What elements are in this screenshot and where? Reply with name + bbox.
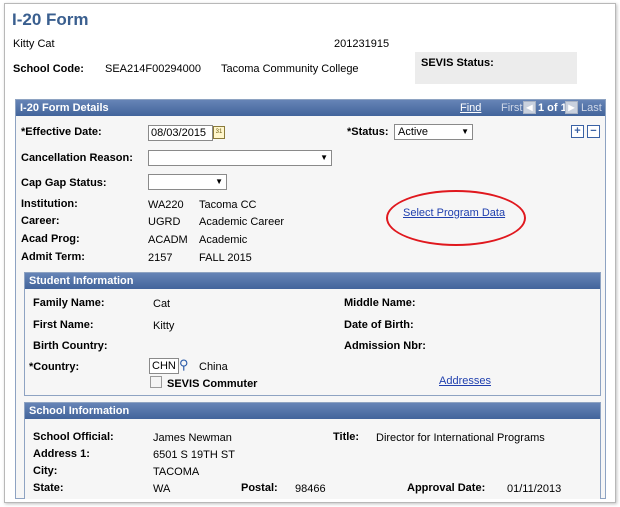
address-1: 6501 S 19TH ST	[153, 449, 235, 461]
official-title: Director for International Programs	[376, 432, 545, 444]
institution-label: Institution:	[21, 198, 78, 210]
school-name: Tacoma Community College	[221, 63, 359, 75]
institution-name: Tacoma CC	[199, 199, 257, 211]
chevron-down-icon: ▼	[320, 153, 328, 162]
details-header: I-20 Form Details	[20, 102, 109, 114]
acad-prog-label: Acad Prog:	[21, 233, 80, 245]
school-information-panel: School Information School Official: Jame…	[24, 402, 601, 499]
status-label: *Status:	[347, 126, 389, 138]
first-name-label: First Name:	[33, 319, 94, 331]
career-label: Career:	[21, 215, 60, 227]
student-information-panel: Student Information Family Name: Cat Mid…	[24, 272, 601, 396]
state-label: State:	[33, 482, 64, 494]
acad-prog-code: ACADM	[148, 234, 188, 246]
next-arrow-icon[interactable]: ▶	[565, 101, 578, 114]
status-value: Active	[398, 126, 428, 138]
find-link[interactable]: Find	[460, 102, 481, 114]
career-code: UGRD	[148, 216, 181, 228]
city-label: City:	[33, 465, 58, 477]
delete-row-icon[interactable]: −	[587, 125, 600, 138]
approval-date-label: Approval Date:	[407, 482, 486, 494]
add-row-icon[interactable]: +	[571, 125, 584, 138]
middle-name-label: Middle Name:	[344, 297, 416, 309]
postal: 98466	[295, 483, 326, 495]
institution-code: WA220	[148, 199, 184, 211]
effective-date-label: *Effective Date:	[21, 126, 102, 138]
prev-arrow-icon[interactable]: ◀	[523, 101, 536, 114]
cap-gap-status-select[interactable]: ▼	[148, 174, 227, 190]
search-icon[interactable]: ⚲	[179, 357, 189, 373]
state: WA	[153, 483, 171, 495]
last-label: Last	[581, 102, 602, 114]
chevron-down-icon: ▼	[215, 177, 223, 186]
addresses-link[interactable]: Addresses	[439, 375, 491, 387]
birth-country-label: Birth Country:	[33, 340, 108, 352]
page-title: I-20 Form	[12, 10, 89, 29]
chevron-down-icon: ▼	[461, 127, 469, 136]
admit-term-label: Admit Term:	[21, 251, 85, 263]
admission-nbr-label: Admission Nbr:	[344, 340, 426, 352]
school-official: James Newman	[153, 432, 232, 444]
first-label: First	[501, 102, 523, 114]
cancellation-reason-select[interactable]: ▼	[148, 150, 332, 166]
row-counter: 1 of 1	[538, 102, 567, 114]
admit-term-code: 2157	[148, 252, 173, 264]
school-code: SEA214F00294000	[105, 63, 202, 75]
effective-date-input[interactable]: 08/03/2015	[148, 125, 213, 141]
annotation-oval	[386, 190, 526, 246]
career-name: Academic Career	[199, 216, 284, 228]
country-label: *Country:	[29, 361, 80, 373]
postal-label: Postal:	[241, 482, 278, 494]
cancellation-reason-label: Cancellation Reason:	[21, 152, 133, 164]
sevis-status-label: SEVIS Status:	[421, 57, 494, 69]
approval-date: 01/11/2013	[507, 483, 562, 495]
country-code-input[interactable]: CHN	[149, 358, 179, 374]
details-header-bar: I-20 Form Details Find First ◀ 1 of 1 ▶ …	[16, 100, 605, 116]
address-1-label: Address 1:	[33, 448, 90, 460]
i20-form-window: I-20 Form Kitty Cat 201231915 School Cod…	[4, 3, 616, 503]
status-select[interactable]: Active ▼	[394, 124, 473, 140]
school-information-header: School Information	[25, 403, 600, 419]
sevis-commuter-checkbox[interactable]	[150, 376, 162, 388]
student-information-header: Student Information	[25, 273, 600, 289]
country-name: China	[199, 361, 228, 373]
student-name: Kitty Cat	[13, 38, 55, 50]
acad-prog-name: Academic	[199, 234, 248, 246]
family-name: Cat	[153, 298, 171, 310]
school-official-label: School Official:	[33, 431, 114, 443]
sevis-commuter-label: SEVIS Commuter	[167, 378, 258, 390]
official-title-label: Title:	[333, 431, 360, 443]
date-of-birth-label: Date of Birth:	[344, 319, 414, 331]
student-id: 201231915	[334, 38, 390, 50]
calendar-icon[interactable]: 31	[213, 126, 225, 139]
city: TACOMA	[153, 466, 200, 478]
school-code-label: School Code:	[13, 63, 84, 75]
cap-gap-status-label: Cap Gap Status:	[21, 177, 107, 189]
family-name-label: Family Name:	[33, 297, 105, 309]
first-name: Kitty	[153, 320, 175, 332]
admit-term-name: FALL 2015	[199, 252, 252, 264]
i20-details-panel: I-20 Form Details Find First ◀ 1 of 1 ▶ …	[15, 99, 606, 499]
sevis-status-box: SEVIS Status:	[415, 52, 577, 84]
